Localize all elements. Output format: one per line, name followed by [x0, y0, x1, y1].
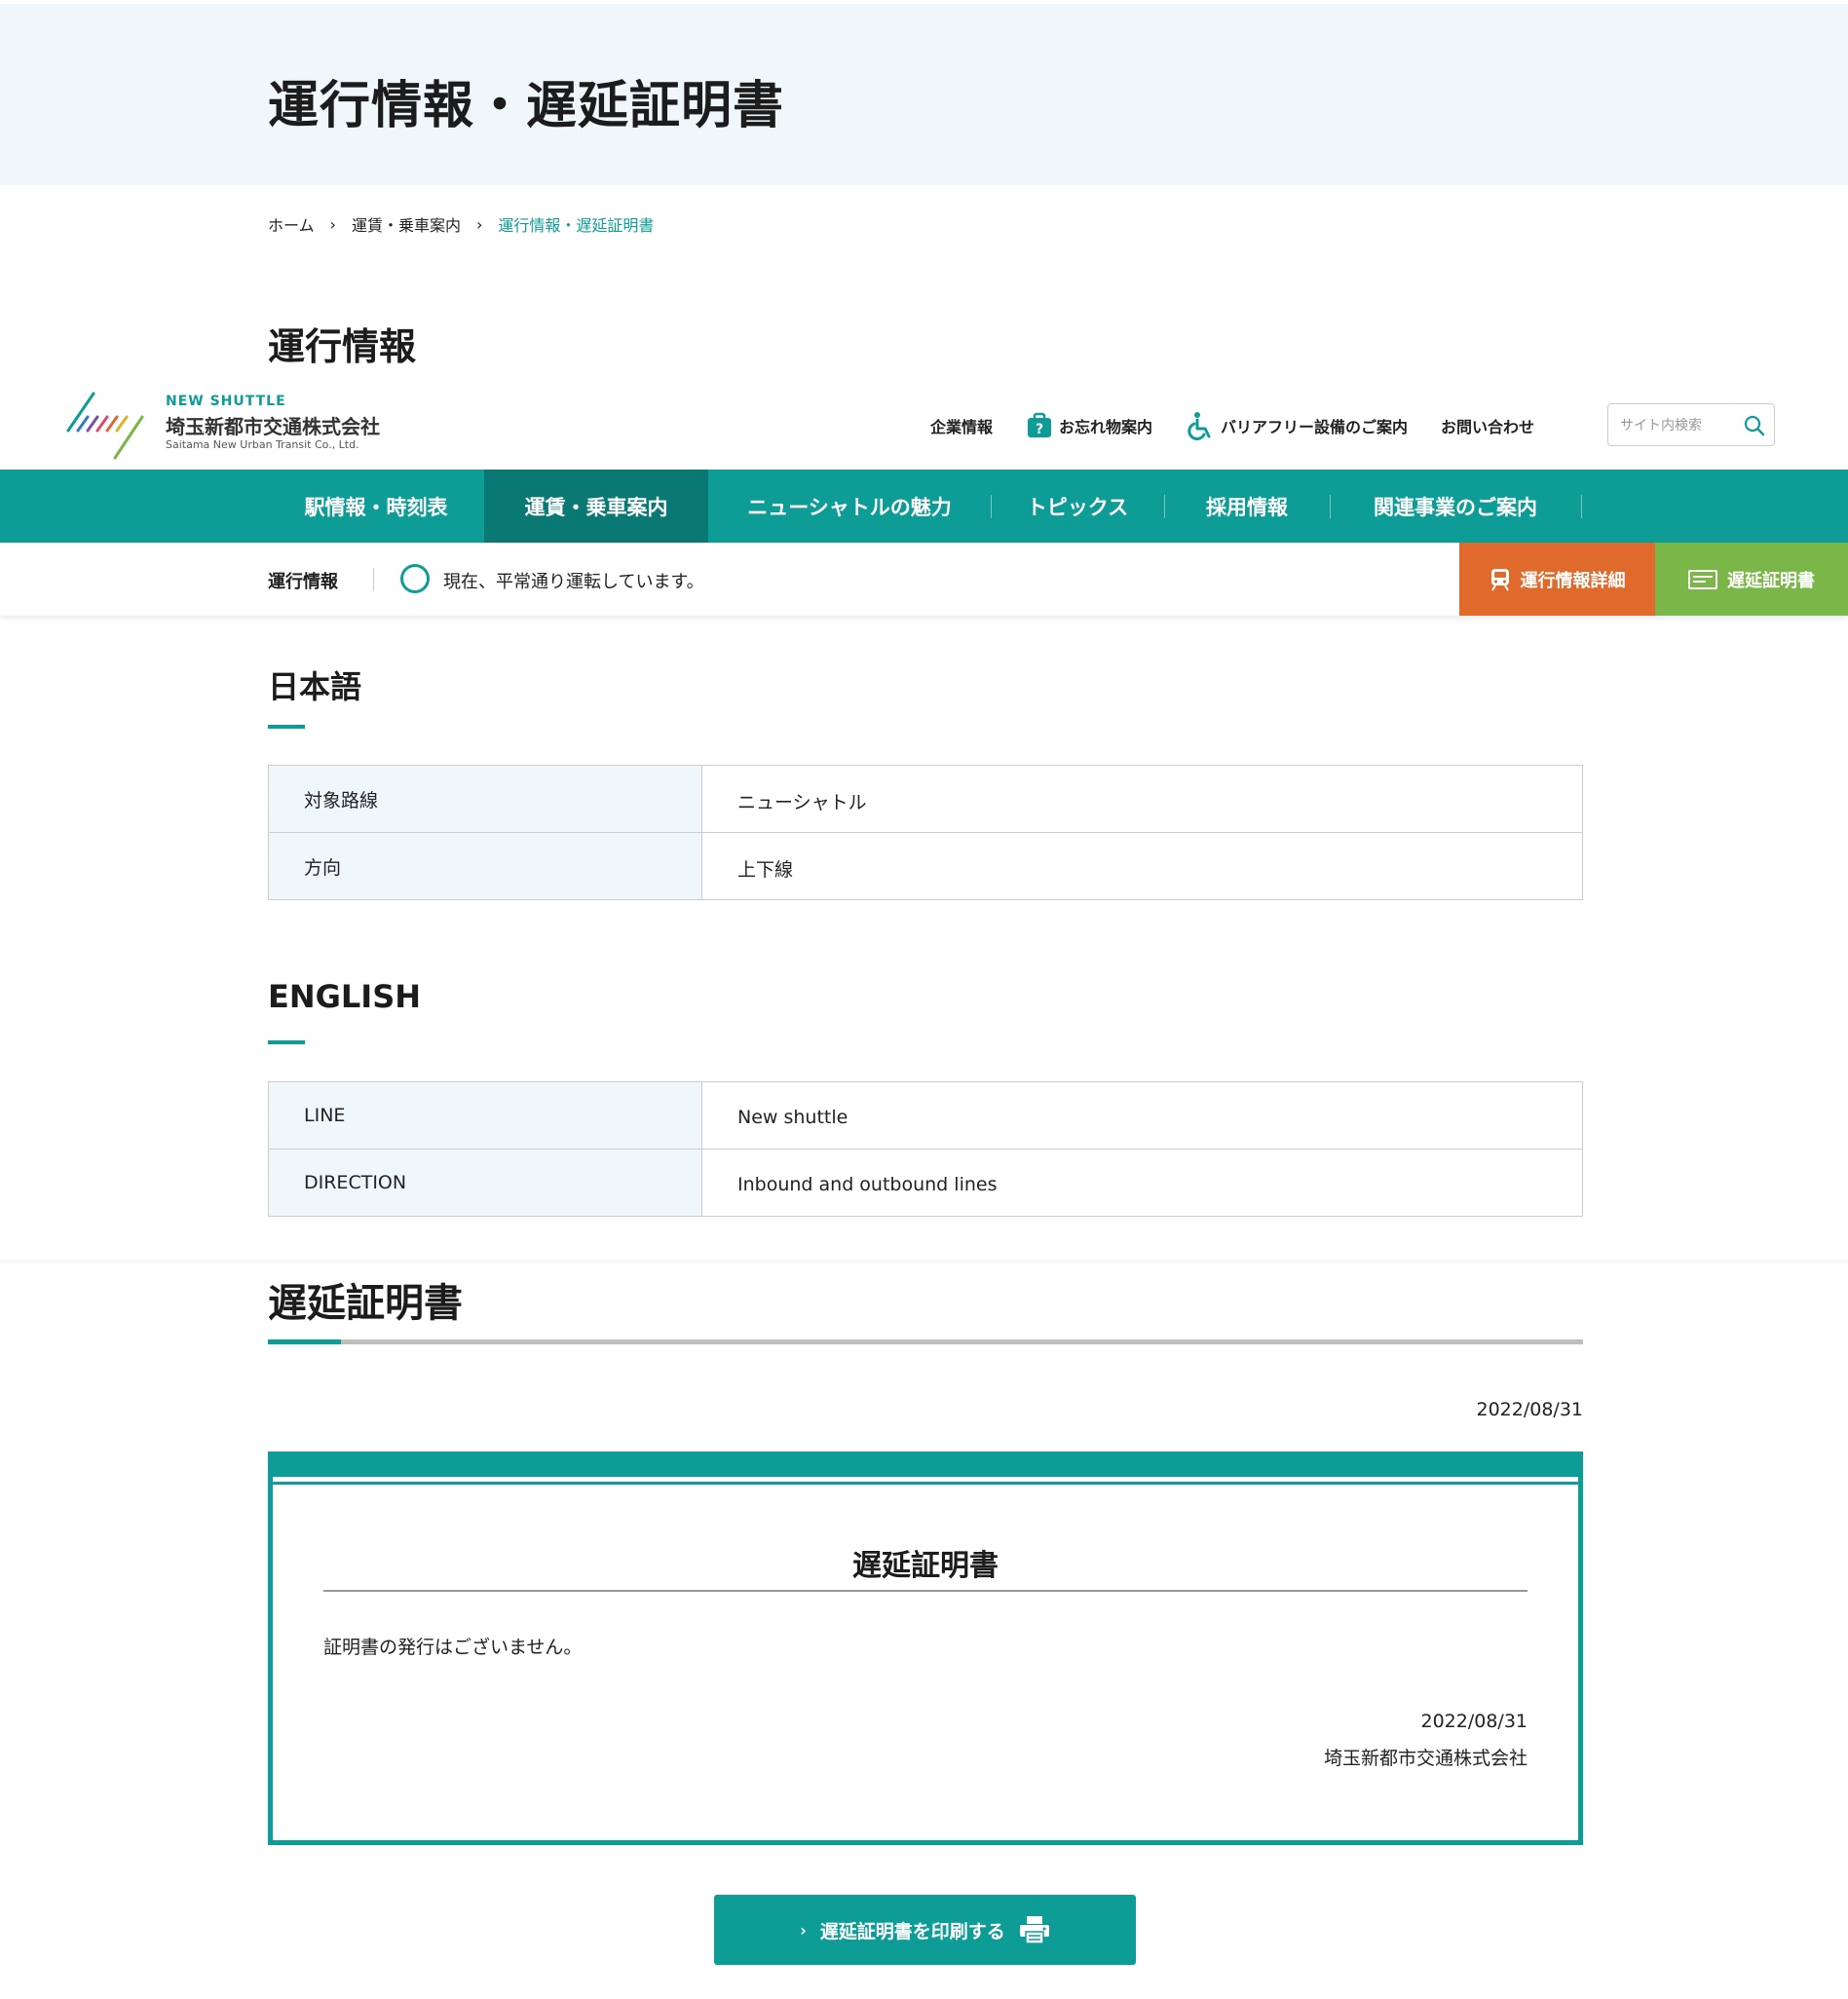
delay-section-rule-accent — [268, 1339, 341, 1344]
chevron-right-icon: › — [800, 1920, 807, 1940]
breadcrumb: ホーム › 運賃・乗車案内 › 運行情報・遅延証明書 — [268, 212, 654, 236]
table-header-cell: 対象路線 — [269, 766, 702, 832]
table-row: 方向 上下線 — [269, 833, 1582, 899]
wheelchair-icon — [1188, 412, 1211, 440]
circle-status-icon — [400, 564, 430, 593]
table-header-cell: LINE — [269, 1082, 702, 1149]
delay-certificate-button[interactable]: 遅延証明書 — [1655, 543, 1848, 616]
english-section-title: ENGLISH — [268, 978, 422, 1015]
site-search — [1607, 403, 1775, 447]
certificate-company: 埼玉新都市交通株式会社 — [1323, 1748, 1527, 1769]
certificate-divider — [323, 1590, 1527, 1592]
operation-detail-button[interactable]: 運行情報詳細 — [1459, 543, 1655, 616]
english-info-table: LINE New shuttle DIRECTION Inbound and o… — [268, 1081, 1583, 1217]
logo-en: NEW SHUTTLE — [166, 394, 286, 409]
search-icon[interactable] — [1743, 414, 1766, 437]
table-cell: Inbound and outbound lines — [737, 1174, 998, 1195]
certificate-message: 証明書の発行はございません。 — [323, 1637, 583, 1658]
table-cell: ニューシャトル — [737, 791, 867, 813]
utility-nav: 企業情報 ? お忘れ物案内 バリアフリー設備のご案内 お問い合わせ — [930, 407, 1567, 444]
certificate-box: 遅延証明書 証明書の発行はございません。 2022/08/31 埼玉新都市交通株… — [268, 1452, 1583, 1845]
certificate-date: 2022/08/31 — [1420, 1711, 1527, 1732]
search-input[interactable] — [1618, 404, 1739, 447]
table-row: LINE New shuttle — [269, 1082, 1582, 1150]
nav-new-shuttle-appeal[interactable]: ニューシャトルの魅力 — [708, 470, 991, 543]
table-cell: 上下線 — [737, 858, 794, 881]
certificate-inner-line — [273, 1482, 1578, 1485]
status-text: 現在、平常通り運転しています。 — [443, 572, 704, 592]
status-divider — [373, 568, 374, 591]
breadcrumb-home[interactable]: ホーム — [268, 212, 315, 236]
util-barrier-free-link[interactable]: バリアフリー設備のご案内 — [1186, 411, 1408, 440]
briefcase-question-icon: ? — [1028, 412, 1052, 437]
logo-subtitle: Saitama New Urban Transit Co., Ltd. — [166, 438, 359, 451]
operation-section-title: 運行情報 — [268, 325, 417, 368]
section-band — [0, 1260, 1848, 1264]
table-header-cell: 方向 — [269, 833, 702, 899]
certificate-title: 遅延証明書 — [852, 1549, 999, 1583]
nav-station-timetable[interactable]: 駅情報・時刻表 — [268, 470, 484, 543]
nav-topics[interactable]: トピックス — [991, 470, 1164, 543]
breadcrumb-fare[interactable]: 運賃・乗車案内 — [352, 212, 461, 236]
nav-recruit[interactable]: 採用情報 — [1164, 470, 1330, 543]
card-icon — [1688, 569, 1717, 589]
japanese-info-table: 対象路線 ニューシャトル 方向 上下線 — [268, 765, 1583, 900]
delay-section-rule — [268, 1339, 1583, 1344]
svg-text:?: ? — [1036, 422, 1043, 437]
table-cell: New shuttle — [737, 1107, 849, 1128]
util-lost-items-link[interactable]: ? お忘れ物案内 — [1026, 412, 1152, 439]
breadcrumb-current: 運行情報・遅延証明書 — [498, 216, 655, 235]
operation-status-bar: 運行情報 現在、平常通り運転しています。 運行情報詳細 遅延証明書 — [0, 543, 1848, 616]
table-row: DIRECTION Inbound and outbound lines — [269, 1150, 1582, 1216]
section-accent-bar — [268, 725, 305, 729]
main-nav: 駅情報・時刻表 運賃・乗車案内 ニューシャトルの魅力 トピックス 採用情報 関連… — [0, 470, 1848, 543]
chevron-right-icon: › — [329, 214, 336, 234]
delay-section-title: 遅延証明書 — [268, 1281, 463, 1326]
section-accent-bar — [268, 1040, 305, 1044]
japanese-section-title: 日本語 — [268, 668, 362, 705]
nav-related-business[interactable]: 関連事業のご案内 — [1330, 470, 1581, 543]
nav-divider — [1581, 495, 1582, 518]
logo-mark-icon — [66, 392, 144, 460]
nav-fare-boarding[interactable]: 運賃・乗車案内 — [484, 470, 708, 543]
status-label: 運行情報 — [268, 572, 338, 592]
print-certificate-button[interactable]: › 遅延証明書を印刷する — [714, 1895, 1136, 1965]
delay-date: 2022/08/31 — [1476, 1399, 1583, 1420]
logo-company-name: 埼玉新都市交通株式会社 — [166, 415, 380, 438]
table-header-cell: DIRECTION — [269, 1150, 702, 1216]
page-title: 運行情報・遅延証明書 — [268, 77, 785, 135]
util-corporate-link[interactable]: 企業情報 — [930, 414, 993, 437]
chevron-right-icon: › — [475, 214, 483, 234]
printer-icon — [1019, 1916, 1049, 1944]
util-contact-link[interactable]: お問い合わせ — [1441, 414, 1534, 437]
train-icon — [1490, 568, 1509, 591]
site-logo[interactable]: NEW SHUTTLE 埼玉新都市交通株式会社 Saitama New Urba… — [66, 388, 407, 462]
table-row: 対象路線 ニューシャトル — [269, 766, 1582, 833]
